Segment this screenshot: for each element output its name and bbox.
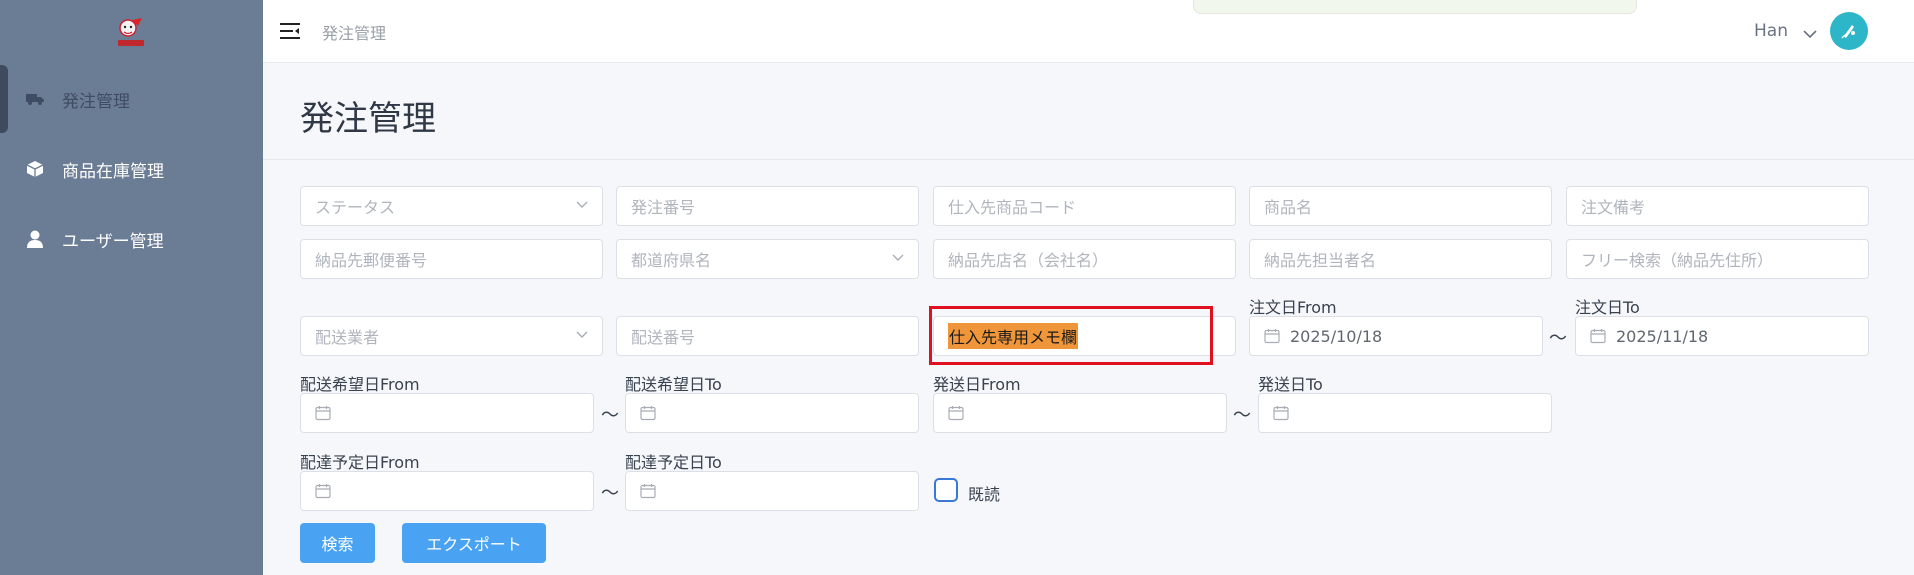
range-separator: 〜 xyxy=(601,405,619,426)
free-search-input[interactable]: フリー検索（納品先住所） xyxy=(1566,239,1869,279)
sidebar-item-label: 商品在庫管理 xyxy=(62,161,164,182)
calendar-icon xyxy=(1590,329,1606,344)
highlight-box xyxy=(929,306,1213,365)
export-button[interactable]: エクスポート xyxy=(402,523,546,563)
read-checkbox-label[interactable]: 既読 xyxy=(968,481,1000,505)
prefecture-placeholder: 都道府県名 xyxy=(631,251,712,270)
truck-icon xyxy=(25,89,45,109)
box-icon xyxy=(25,159,45,179)
avatar[interactable] xyxy=(1830,12,1868,50)
contact-name-input[interactable]: 納品先担当者名 xyxy=(1249,239,1552,279)
calendar-icon xyxy=(948,406,964,421)
free-search-placeholder: フリー検索（納品先住所） xyxy=(1581,251,1774,270)
status-placeholder: ステータス xyxy=(315,198,396,217)
supplier-code-input[interactable]: 仕入先商品コード xyxy=(933,186,1236,226)
carrier-select[interactable]: 配送業者 xyxy=(300,316,603,356)
page-title: 発注管理 xyxy=(300,99,436,139)
order-date-to-value: 2025/11/18 xyxy=(1616,326,1709,346)
divider xyxy=(263,159,1914,160)
product-name-placeholder: 商品名 xyxy=(1264,198,1313,217)
sidebar-item-label: ユーザー管理 xyxy=(62,231,164,252)
ship-date-to-label: 発送日To xyxy=(1258,375,1323,394)
calendar-icon xyxy=(315,484,331,499)
search-button[interactable]: 検索 xyxy=(300,523,375,563)
calendar-icon xyxy=(640,484,656,499)
calendar-icon xyxy=(640,406,656,421)
scheduled-date-from-label: 配達予定日From xyxy=(300,453,420,472)
chevron-down-icon xyxy=(892,254,904,261)
user-name[interactable]: Han xyxy=(1754,21,1788,41)
order-date-from-label: 注文日From xyxy=(1249,298,1337,317)
breadcrumb[interactable]: 発注管理 xyxy=(322,20,386,44)
range-separator: 〜 xyxy=(1233,405,1251,426)
scheduled-date-from-input[interactable] xyxy=(300,471,594,511)
top-header: 発注管理 Han xyxy=(263,0,1914,63)
sidebar-item-orders[interactable]: 発注管理 xyxy=(0,65,263,133)
calendar-icon xyxy=(1264,329,1280,344)
store-name-input[interactable]: 納品先店名（会社名） xyxy=(933,239,1236,279)
desired-date-from-input[interactable] xyxy=(300,393,594,433)
prefecture-select[interactable]: 都道府県名 xyxy=(616,239,919,279)
desired-date-to-input[interactable] xyxy=(625,393,919,433)
delivery-number-input[interactable]: 配送番号 xyxy=(616,316,919,356)
range-separator: 〜 xyxy=(601,483,619,504)
sidebar-item-inventory[interactable]: 商品在庫管理 xyxy=(0,135,263,203)
status-select[interactable]: ステータス xyxy=(300,186,603,226)
order-note-input[interactable]: 注文備考 xyxy=(1566,186,1869,226)
sidebar: 発注管理 商品在庫管理 ユーザー管理 xyxy=(0,0,263,575)
range-separator: 〜 xyxy=(1549,328,1567,349)
desired-date-to-label: 配送希望日To xyxy=(625,375,722,394)
sidebar-item-label: 発注管理 xyxy=(62,91,130,112)
order-date-to-input[interactable]: 2025/11/18 xyxy=(1575,316,1869,356)
order-date-from-input[interactable]: 2025/10/18 xyxy=(1249,316,1543,356)
ship-date-to-input[interactable] xyxy=(1258,393,1552,433)
ship-date-from-label: 発送日From xyxy=(933,375,1021,394)
delivery-number-placeholder: 配送番号 xyxy=(631,328,696,347)
order-note-placeholder: 注文備考 xyxy=(1581,198,1646,217)
notification-toast xyxy=(1193,0,1637,14)
brand-logo[interactable] xyxy=(112,16,150,50)
scheduled-date-to-input[interactable] xyxy=(625,471,919,511)
calendar-icon xyxy=(1273,406,1289,421)
menu-fold-icon[interactable] xyxy=(280,22,300,40)
read-checkbox[interactable] xyxy=(934,478,958,502)
contact-name-placeholder: 納品先担当者名 xyxy=(1264,251,1377,270)
user-icon xyxy=(25,229,45,249)
scheduled-date-to-label: 配達予定日To xyxy=(625,453,722,472)
calendar-icon xyxy=(315,406,331,421)
postal-code-input[interactable]: 納品先郵便番号 xyxy=(300,239,603,279)
supplier-code-placeholder: 仕入先商品コード xyxy=(948,198,1077,217)
store-name-placeholder: 納品先店名（会社名） xyxy=(948,251,1109,270)
order-date-from-value: 2025/10/18 xyxy=(1290,326,1383,346)
order-number-placeholder: 発注番号 xyxy=(631,198,696,217)
chevron-down-icon xyxy=(576,201,588,208)
order-date-to-label: 注文日To xyxy=(1575,298,1640,317)
ship-date-from-input[interactable] xyxy=(933,393,1227,433)
carrier-placeholder: 配送業者 xyxy=(315,328,380,347)
desired-date-from-label: 配送希望日From xyxy=(300,375,420,394)
order-number-input[interactable]: 発注番号 xyxy=(616,186,919,226)
postal-code-placeholder: 納品先郵便番号 xyxy=(315,251,428,270)
sidebar-item-users[interactable]: ユーザー管理 xyxy=(0,205,263,273)
product-name-input[interactable]: 商品名 xyxy=(1249,186,1552,226)
chevron-down-icon xyxy=(576,331,588,338)
chevron-down-icon[interactable] xyxy=(1803,24,1817,39)
